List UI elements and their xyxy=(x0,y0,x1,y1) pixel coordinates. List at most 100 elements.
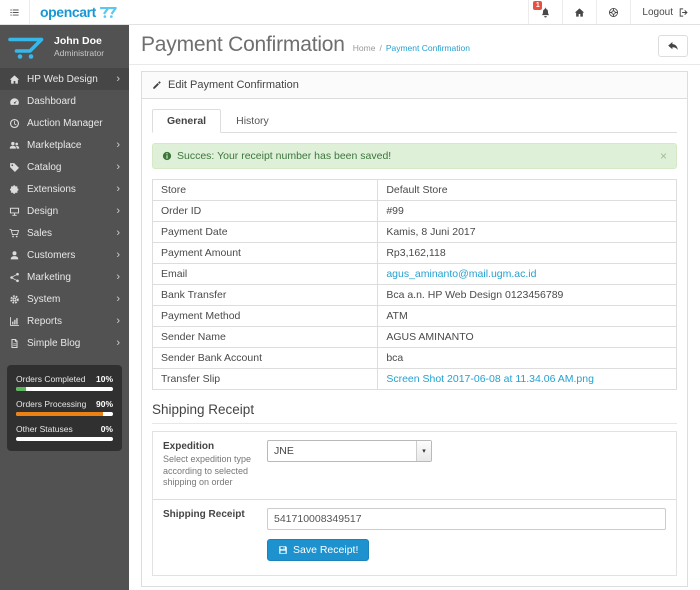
sidebar-item-catalog[interactable]: Catalog › xyxy=(0,156,129,178)
sidebar-item-sales[interactable]: Sales › xyxy=(0,222,129,244)
row-label: Store xyxy=(151,179,379,201)
table-row: Email agus_aminanto@mail.ugm.ac.id xyxy=(151,263,677,285)
shipping-receipt-input[interactable] xyxy=(267,508,666,531)
page-header: Payment Confirmation Home / Payment Conf… xyxy=(129,25,700,65)
sidebar-item-marketplace[interactable]: Marketplace › xyxy=(0,134,129,156)
help-button[interactable] xyxy=(596,0,630,24)
sidebar-item-design[interactable]: Design › xyxy=(0,200,129,222)
save-receipt-button[interactable]: Save Receipt! xyxy=(267,539,370,562)
clock-icon xyxy=(9,118,20,129)
info-icon xyxy=(162,151,172,161)
shipping-section-title: Shipping Receipt xyxy=(152,402,677,424)
row-value-link[interactable]: Screen Shot 2017-06-08 at 11.34.06 AM.pn… xyxy=(386,373,594,385)
row-label: Order ID xyxy=(151,200,379,222)
sidebar-item-label: Dashboard xyxy=(27,95,76,107)
chevron-right-icon: › xyxy=(116,138,120,151)
sidebar-item-customers[interactable]: Customers › xyxy=(0,244,129,266)
shipping-form: Expedition Select expedition type accord… xyxy=(152,431,677,577)
stat-value: 0% xyxy=(100,424,113,434)
row-value: ATM xyxy=(386,310,408,322)
menu-icon xyxy=(9,7,20,18)
row-value: Bca a.n. HP Web Design 0123456789 xyxy=(386,289,564,301)
chevron-right-icon: › xyxy=(116,270,120,283)
sidebar-item-label: Design xyxy=(27,205,59,217)
close-icon[interactable]: × xyxy=(660,150,667,162)
cart-logo-icon xyxy=(7,33,47,60)
table-row: Transfer Slip Screen Shot 2017-06-08 at 1… xyxy=(151,368,677,390)
tab-history[interactable]: History xyxy=(221,109,284,133)
stat-other-statuses: Other Statuses 0% xyxy=(16,424,113,441)
table-row: Store Default Store xyxy=(151,179,677,201)
sidebar-item-label: Customers xyxy=(27,249,76,261)
user-icon xyxy=(9,250,20,261)
sidebar-stats: Orders Completed 10% Orders Processing 90% O… xyxy=(7,365,122,451)
monitor-icon xyxy=(9,206,20,217)
breadcrumb-home[interactable]: Home xyxy=(353,43,376,53)
file-icon xyxy=(9,338,20,349)
back-button[interactable] xyxy=(658,35,688,57)
sidebar-item-simple-blog[interactable]: Simple Blog › xyxy=(0,332,129,354)
row-value-link[interactable]: agus_aminanto@mail.ugm.ac.id xyxy=(386,268,536,280)
table-row: Payment Date Kamis, 8 Juni 2017 xyxy=(151,221,677,243)
expedition-label: Expedition xyxy=(163,441,215,452)
sidebar: John Doe Administrator HP Web Design › Das… xyxy=(0,25,129,590)
stat-label: Other Statuses xyxy=(16,424,73,434)
sidebar-item-label: Reports xyxy=(27,315,63,327)
back-icon xyxy=(667,40,679,52)
logout-button[interactable]: Logout xyxy=(630,0,700,24)
sidebar-item-auction-manager[interactable]: Auction Manager xyxy=(0,112,129,134)
sidebar-item-system[interactable]: System › xyxy=(0,288,129,310)
expedition-select[interactable]: JNE ▾ xyxy=(267,440,432,462)
edit-panel: Edit Payment Confirmation General Histor… xyxy=(141,71,688,588)
sidebar-item-label: Marketing xyxy=(27,271,71,283)
table-row: Payment Amount Rp3,162,118 xyxy=(151,242,677,264)
home-icon xyxy=(574,7,585,18)
tab-general[interactable]: General xyxy=(152,109,222,133)
chevron-right-icon: › xyxy=(116,160,120,173)
gear-icon xyxy=(9,294,20,305)
panel-heading-label: Edit Payment Confirmation xyxy=(168,79,299,91)
row-label: Payment Amount xyxy=(151,242,379,264)
table-row: Sender Bank Account bca xyxy=(151,347,677,369)
row-value: Kamis, 8 Juni 2017 xyxy=(386,226,476,238)
content-area: Edit Payment Confirmation General Histor… xyxy=(129,65,700,590)
lifering-icon xyxy=(608,7,619,18)
stat-orders-completed: Orders Completed 10% xyxy=(16,374,113,391)
success-alert: Succes: Your receipt number has been sav… xyxy=(152,143,677,169)
sidebar-item-hp-web-design[interactable]: HP Web Design › xyxy=(0,68,129,90)
sidebar-menu: HP Web Design › Dashboard Auction Manager Ma… xyxy=(0,68,129,354)
chevron-right-icon: › xyxy=(116,336,120,349)
stat-value: 10% xyxy=(95,374,113,384)
row-label: Payment Method xyxy=(151,305,379,327)
row-label: Email xyxy=(151,263,379,285)
bell-icon xyxy=(540,7,551,18)
stat-value: 90% xyxy=(95,399,113,409)
chevron-right-icon: › xyxy=(116,248,120,261)
sidebar-item-reports[interactable]: Reports › xyxy=(0,310,129,332)
table-row: Order ID #99 xyxy=(151,200,677,222)
sidebar-item-label: Auction Manager xyxy=(27,117,103,129)
opencart-logo-mark-icon xyxy=(99,6,118,19)
opencart-logo[interactable]: opencart xyxy=(30,0,128,24)
store-home-button[interactable] xyxy=(562,0,596,24)
chevron-right-icon: › xyxy=(116,226,120,239)
sidebar-item-label: Catalog xyxy=(27,161,62,173)
sidebar-item-dashboard[interactable]: Dashboard xyxy=(0,90,129,112)
chevron-right-icon: › xyxy=(116,204,120,217)
chevron-right-icon: › xyxy=(116,314,120,327)
stat-progress-bar xyxy=(16,437,113,441)
table-row: Sender Name AGUS AMINANTO xyxy=(151,326,677,348)
breadcrumb-current[interactable]: Payment Confirmation xyxy=(386,43,470,53)
notifications-button[interactable]: 1 xyxy=(528,0,562,24)
save-receipt-label: Save Receipt! xyxy=(293,544,359,557)
main-content: Payment Confirmation Home / Payment Conf… xyxy=(129,25,700,590)
stat-label: Orders Processing xyxy=(16,399,87,409)
menu-toggle-button[interactable] xyxy=(0,0,29,24)
sidebar-item-marketing[interactable]: Marketing › xyxy=(0,266,129,288)
row-label: Payment Date xyxy=(151,221,379,243)
sidebar-item-label: HP Web Design xyxy=(27,73,98,85)
stat-orders-processing: Orders Processing 90% xyxy=(16,399,113,416)
pencil-icon xyxy=(152,80,162,90)
sidebar-item-extensions[interactable]: Extensions › xyxy=(0,178,129,200)
profile-name: John Doe xyxy=(54,34,102,47)
